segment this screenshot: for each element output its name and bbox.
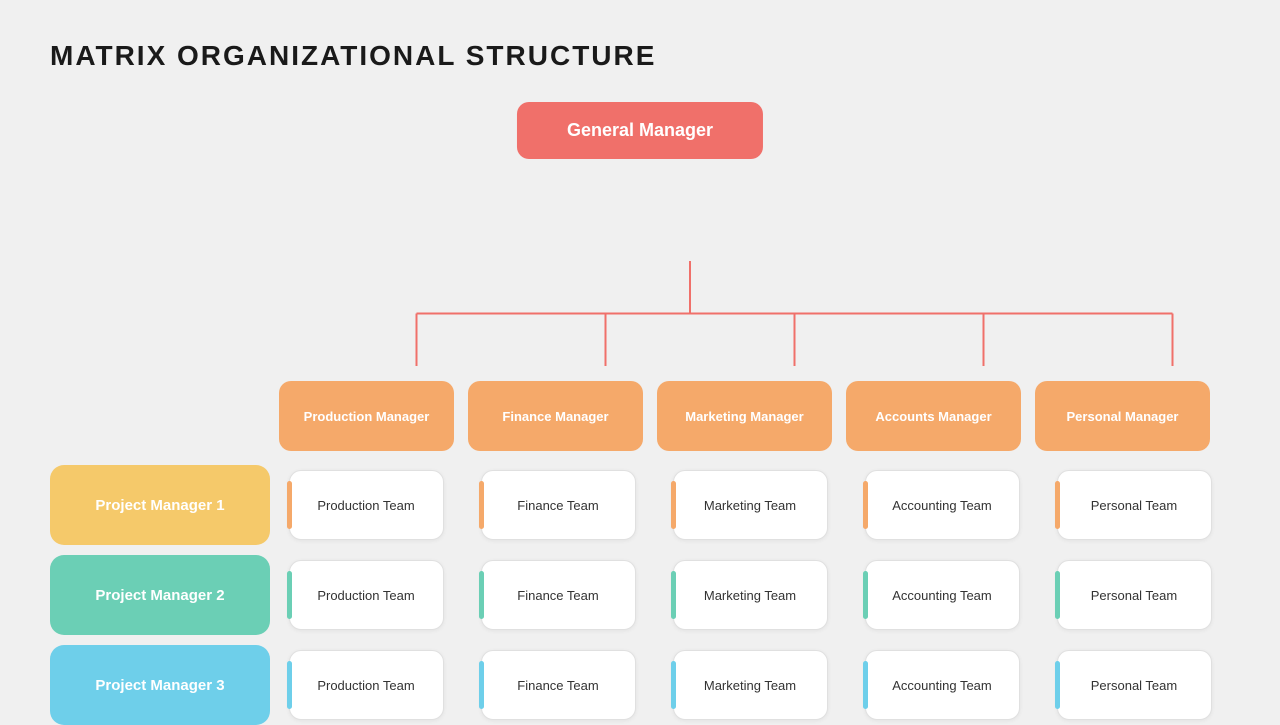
general-manager-box: General Manager bbox=[517, 102, 763, 159]
team-box: Accounting Team bbox=[865, 560, 1020, 630]
team-cell: Accounting Team bbox=[846, 650, 1038, 720]
team-cell: Personal Team bbox=[1038, 560, 1230, 630]
team-box: Production Team bbox=[289, 470, 444, 540]
team-cell: Marketing Team bbox=[654, 650, 846, 720]
team-box: Personal Team bbox=[1057, 650, 1212, 720]
team-cell: Finance Team bbox=[462, 650, 654, 720]
manager-box-marketing: Marketing Manager bbox=[657, 381, 832, 451]
team-cell: Marketing Team bbox=[654, 470, 846, 540]
team-cell: Production Team bbox=[270, 650, 462, 720]
team-cell: Accounting Team bbox=[846, 560, 1038, 630]
team-cell: Production Team bbox=[270, 470, 462, 540]
matrix-row-2: Project Manager 2 Production Team Financ… bbox=[50, 555, 1230, 635]
team-cells-row3: Production Team Finance Team Marketing T… bbox=[270, 650, 1230, 720]
team-box: Production Team bbox=[289, 650, 444, 720]
team-cells-row2: Production Team Finance Team Marketing T… bbox=[270, 560, 1230, 630]
project-manager-3: Project Manager 3 bbox=[50, 645, 270, 725]
team-box: Accounting Team bbox=[865, 470, 1020, 540]
team-box: Marketing Team bbox=[673, 560, 828, 630]
project-manager-2: Project Manager 2 bbox=[50, 555, 270, 635]
team-cell: Accounting Team bbox=[846, 470, 1038, 540]
team-box: Personal Team bbox=[1057, 470, 1212, 540]
team-box: Marketing Team bbox=[673, 470, 828, 540]
manager-box-personal: Personal Manager bbox=[1035, 381, 1210, 451]
team-box: Personal Team bbox=[1057, 560, 1212, 630]
team-cells-row1: Production Team Finance Team Marketing T… bbox=[270, 470, 1230, 540]
team-box: Production Team bbox=[289, 560, 444, 630]
team-box: Marketing Team bbox=[673, 650, 828, 720]
team-box: Finance Team bbox=[481, 470, 636, 540]
page-title: MATRIX ORGANIZATIONAL STRUCTURE bbox=[50, 40, 1230, 72]
team-cell: Finance Team bbox=[462, 560, 654, 630]
team-box: Accounting Team bbox=[865, 650, 1020, 720]
matrix-row-3: Project Manager 3 Production Team Financ… bbox=[50, 645, 1230, 725]
team-cell: Personal Team bbox=[1038, 650, 1230, 720]
team-box: Finance Team bbox=[481, 560, 636, 630]
manager-box-accounts: Accounts Manager bbox=[846, 381, 1021, 451]
project-manager-1: Project Manager 1 bbox=[50, 465, 270, 545]
team-cell: Marketing Team bbox=[654, 560, 846, 630]
team-box: Finance Team bbox=[481, 650, 636, 720]
manager-box-finance: Finance Manager bbox=[468, 381, 643, 451]
team-cell: Personal Team bbox=[1038, 470, 1230, 540]
manager-box-production: Production Manager bbox=[279, 381, 454, 451]
slide: MATRIX ORGANIZATIONAL STRUCTURE General … bbox=[0, 0, 1280, 720]
team-cell: Production Team bbox=[270, 560, 462, 630]
team-cell: Finance Team bbox=[462, 470, 654, 540]
matrix-grid: Project Manager 1 Production Team Financ… bbox=[50, 465, 1230, 725]
matrix-row-1: Project Manager 1 Production Team Financ… bbox=[50, 465, 1230, 545]
